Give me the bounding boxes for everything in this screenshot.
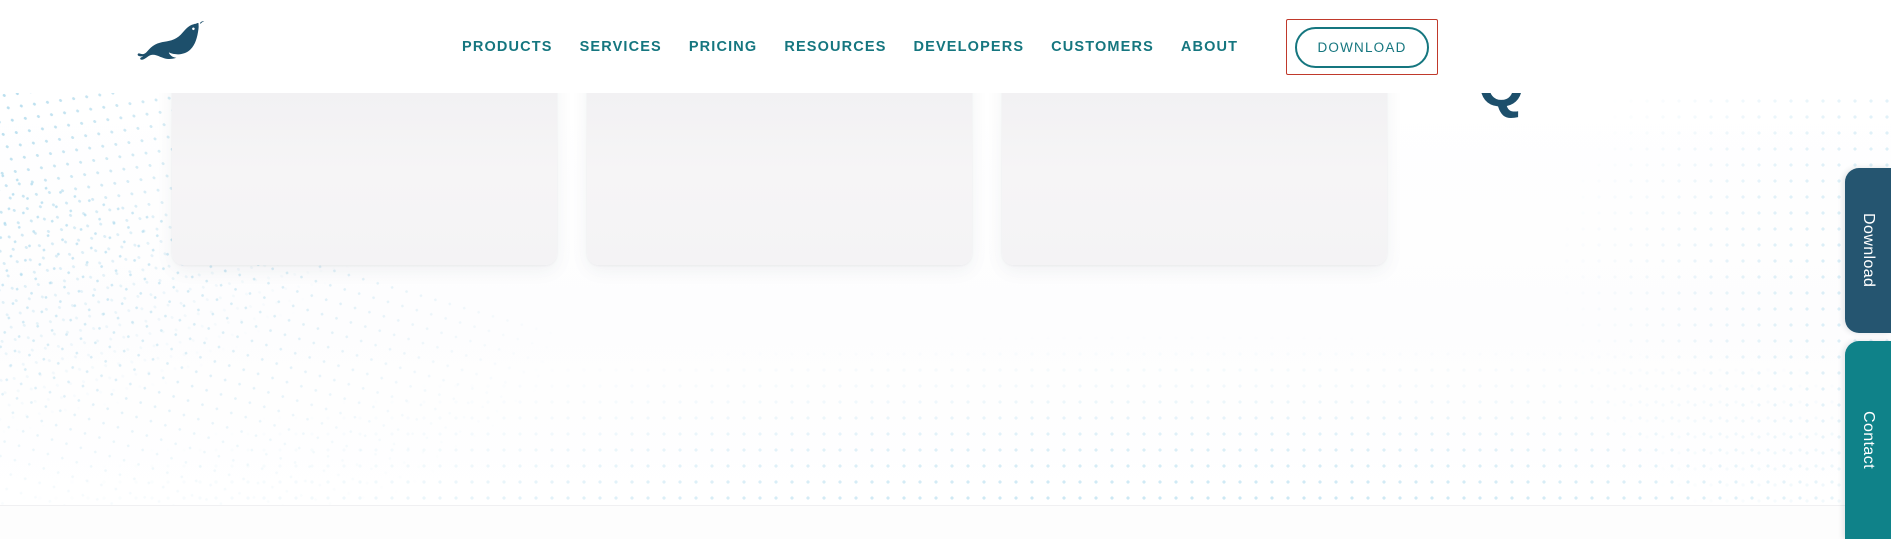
next-section-top [0, 506, 1891, 539]
site-header: PRODUCTS SERVICES PRICING RESOURCES DEVE… [0, 0, 1891, 93]
nav-item-pricing[interactable]: PRICING [689, 33, 757, 61]
seal-logo-svg [137, 21, 205, 60]
nav-item-products[interactable]: PRODUCTS [462, 33, 553, 61]
nav-item-about[interactable]: ABOUT [1181, 33, 1238, 61]
side-tab-download[interactable]: Download [1845, 168, 1891, 333]
mariadb-seal-logo-icon[interactable] [128, 19, 208, 74]
side-tab-contact[interactable]: Contact [1845, 341, 1891, 539]
nav-item-customers[interactable]: CUSTOMERS [1051, 33, 1154, 61]
download-button-highlight: DOWNLOAD [1286, 19, 1438, 75]
primary-navigation: PRODUCTS SERVICES PRICING RESOURCES DEVE… [462, 0, 1238, 93]
download-button[interactable]: DOWNLOAD [1295, 26, 1429, 68]
nav-item-services[interactable]: SERVICES [580, 33, 662, 61]
nav-item-resources[interactable]: RESOURCES [784, 33, 886, 61]
nav-item-developers[interactable]: DEVELOPERS [914, 33, 1025, 61]
